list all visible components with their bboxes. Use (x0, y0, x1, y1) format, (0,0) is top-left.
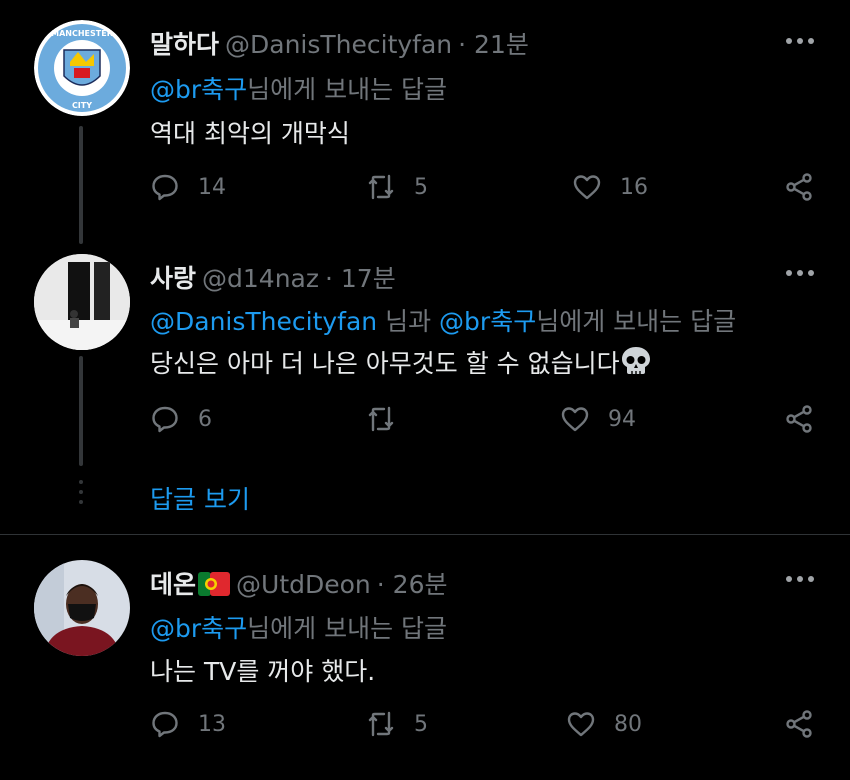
more-options-icon[interactable] (786, 270, 814, 280)
like-count: 16 (620, 174, 648, 200)
retweet-count: 5 (414, 174, 428, 200)
reply-context: @DanisThecityfan 님과 @br축구님에게 보내는 답글 (150, 307, 737, 336)
retweet-icon (368, 174, 394, 200)
share-button[interactable] (784, 404, 814, 434)
display-name[interactable]: 말하다 (150, 30, 219, 59)
tweet-text: 역대 최악의 개막식 (150, 119, 350, 148)
like-count: 80 (614, 711, 642, 737)
tweet[interactable]: MANCHESTER CITY 말하다 @DanisThecityfan · 21분… (0, 0, 850, 244)
avatar[interactable] (34, 560, 130, 656)
more-options-icon[interactable] (786, 38, 814, 48)
heart-icon (573, 175, 601, 200)
tweet[interactable]: 사랑 @d14naz · 17분 @DanisThecityfan 님과 @br축구… (0, 240, 850, 480)
reply-count: 14 (198, 174, 226, 200)
retweet-button[interactable]: 5 (366, 172, 428, 202)
share-icon (786, 710, 812, 738)
reply-count: 13 (198, 711, 226, 737)
tweet-actions: 13 5 80 (150, 709, 820, 749)
handle[interactable]: @d14naz (202, 264, 319, 293)
mention-link[interactable]: @DanisThecityfan (150, 307, 377, 336)
more-options-icon[interactable] (786, 576, 814, 586)
retweet-button[interactable]: 5 (366, 709, 428, 739)
avatar[interactable]: MANCHESTER CITY (34, 20, 130, 116)
share-icon (786, 173, 812, 201)
retweet-count: 5 (414, 711, 428, 737)
handle[interactable]: @UtdDeon (236, 570, 371, 599)
mention-link[interactable]: @br축구 (439, 307, 536, 336)
display-name[interactable]: 사랑 (150, 264, 196, 293)
heart-icon (567, 712, 595, 737)
reply-icon (152, 174, 178, 201)
share-button[interactable] (784, 709, 814, 739)
reply-context: @br축구님에게 보내는 답글 (150, 614, 448, 643)
mention-link[interactable]: @br축구 (150, 75, 247, 104)
retweet-icon (368, 711, 394, 737)
like-button[interactable]: 16 (572, 172, 648, 202)
timestamp[interactable]: · 26분 (377, 570, 448, 599)
retweet-button[interactable] (366, 404, 414, 434)
like-count: 94 (608, 406, 636, 432)
reply-icon (152, 406, 178, 433)
svg-text:CITY: CITY (72, 101, 92, 110)
skull-emoji-icon (621, 347, 650, 374)
reply-count: 6 (198, 406, 212, 432)
like-button[interactable]: 80 (566, 709, 642, 739)
reply-button[interactable]: 13 (150, 709, 226, 739)
thread-line (79, 356, 83, 466)
mention-link[interactable]: @br축구 (150, 614, 247, 643)
like-button[interactable]: 94 (560, 404, 636, 434)
reply-button[interactable]: 6 (150, 404, 212, 434)
tweet-text: 나는 TV를 꺼야 했다. (150, 657, 376, 686)
svg-text:MANCHESTER: MANCHESTER (51, 29, 113, 38)
display-name[interactable]: 데온 (150, 570, 196, 599)
tweet[interactable]: 데온 @UtdDeon · 26분 @br축구님에게 보내는 답글 나는 TV를 꺼… (0, 535, 850, 780)
handle[interactable]: @DanisThecityfan (225, 30, 452, 59)
portugal-flag-icon (198, 572, 231, 596)
show-replies-link[interactable]: 답글 보기 (150, 480, 250, 516)
retweet-icon (368, 406, 394, 432)
reply-icon (152, 711, 178, 738)
timestamp[interactable]: · 17분 (325, 264, 396, 293)
tweet-text: 당신은 아마 더 나은 아무것도 할 수 없습니다 (150, 344, 652, 380)
avatar[interactable] (34, 254, 130, 350)
heart-icon (561, 407, 589, 432)
reply-context: @br축구님에게 보내는 답글 (150, 75, 448, 104)
tweet-actions: 6 94 (150, 404, 820, 444)
thread-line (79, 126, 83, 244)
timestamp[interactable]: · 21분 (458, 30, 529, 59)
share-button[interactable] (784, 172, 814, 202)
tweet-actions: 14 5 16 (150, 172, 820, 212)
share-icon (786, 405, 812, 433)
thread-continuation-dots (79, 480, 83, 510)
reply-button[interactable]: 14 (150, 172, 226, 202)
